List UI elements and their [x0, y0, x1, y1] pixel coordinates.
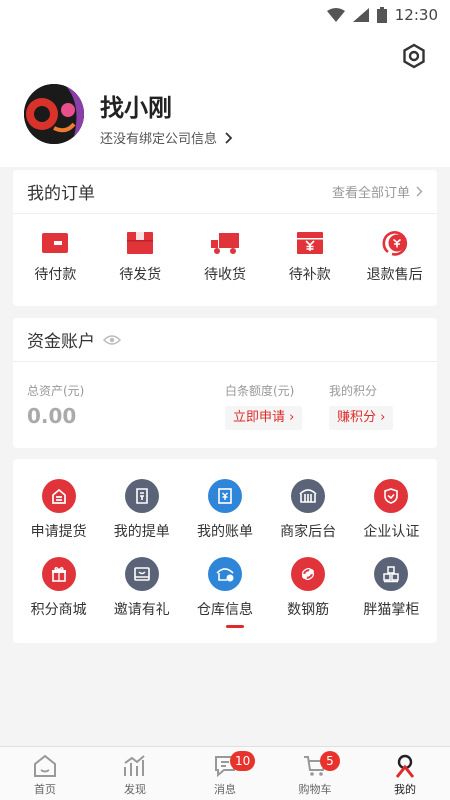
- points-label: 我的积分: [329, 384, 378, 398]
- order-label: 待收货: [203, 267, 246, 283]
- tool-label: 数钢筋: [287, 602, 330, 618]
- assets-header: 资金账户: [13, 318, 437, 362]
- tab-cart[interactable]: 购物车 5: [270, 747, 360, 800]
- eye-icon[interactable]: [103, 334, 121, 346]
- earn-points-label: 赚积分: [337, 410, 377, 425]
- profile-header: 找小刚 还没有绑定公司信息: [0, 32, 450, 167]
- tool-enterprise-cert[interactable]: 企业认证: [350, 479, 432, 541]
- bill-icon: [124, 479, 159, 513]
- orders-section: 我的订单 查看全部订单 待付款 待发货 待收货 待补款 退款售后: [0, 170, 450, 306]
- warehouse-icon: [207, 557, 242, 591]
- tab-bar: 首页 发现 消息 10 购物车 5 我的: [0, 746, 450, 800]
- total-assets-value: 0.00: [27, 404, 77, 428]
- earn-points-button[interactable]: 赚积分 ›: [329, 406, 394, 430]
- tab-mine[interactable]: 我的: [360, 747, 450, 800]
- home-icon: [34, 754, 56, 777]
- order-label: 退款售后: [366, 267, 423, 283]
- wallet-icon: [42, 233, 69, 253]
- order-label: 待付款: [34, 267, 77, 283]
- tool-label: 积分商城: [30, 602, 87, 618]
- tool-my-ledger[interactable]: 我的账单: [184, 479, 266, 541]
- assets-title: 资金账户: [27, 332, 95, 352]
- assets-card: 资金账户 总资产(元) 0.00 白条额度(元) 立即申请 › 我的积分 赚积分…: [13, 318, 437, 448]
- settings-icon[interactable]: [400, 42, 428, 70]
- order-label: 待补款: [288, 267, 331, 283]
- discover-icon: [124, 755, 145, 776]
- chevron-right-icon: [225, 131, 233, 144]
- tool-label: 仓库信息: [196, 602, 253, 618]
- tool-apply-pickup[interactable]: 申请提货: [18, 479, 100, 541]
- tab-label: 我的: [394, 783, 416, 796]
- tool-merchant-backend[interactable]: 商家后台: [267, 479, 349, 541]
- battery-icon: [376, 7, 387, 23]
- order-pending-receipt[interactable]: 待收货: [185, 230, 265, 284]
- assets-section: 资金账户 总资产(元) 0.00 白条额度(元) 立即申请 › 我的积分 赚积分…: [0, 318, 450, 448]
- tool-label: 我的账单: [196, 524, 253, 540]
- tab-home[interactable]: 首页: [0, 747, 90, 800]
- tab-label: 消息: [214, 783, 236, 796]
- user-name: 找小刚: [100, 94, 172, 122]
- page-indicator: [226, 625, 244, 628]
- store-icon: [291, 479, 326, 513]
- tab-label: 发现: [124, 783, 146, 796]
- tools-card: 申请提货 我的提单 我的账单 商家后台 企业认证 积分商城 邀请有礼 仓库信息 …: [13, 459, 437, 643]
- invite-icon: [124, 557, 159, 591]
- tool-invite[interactable]: 邀请有礼: [101, 557, 183, 619]
- orders-title: 我的订单: [27, 184, 95, 204]
- tool-label: 商家后台: [280, 524, 337, 540]
- credit-label: 白条额度(元): [225, 384, 295, 398]
- tab-label: 购物车: [298, 783, 332, 796]
- box-icon: [127, 232, 154, 254]
- tab-messages[interactable]: 消息 10: [180, 747, 270, 800]
- tool-label: 企业认证: [363, 524, 420, 540]
- tool-label: 邀请有礼: [113, 602, 170, 618]
- chevron-right-icon: [416, 186, 423, 197]
- orders-card: 我的订单 查看全部订单 待付款 待发货 待收货 待补款 退款售后: [13, 170, 437, 306]
- order-label: 待发货: [119, 267, 162, 283]
- order-pending-shipment[interactable]: 待发货: [100, 230, 180, 284]
- order-pending-payment[interactable]: 待付款: [15, 230, 95, 284]
- status-time: 12:30: [394, 6, 438, 24]
- shield-check-icon: [374, 479, 409, 513]
- pickup-icon: [41, 479, 76, 513]
- tool-fatcat-manager[interactable]: 胖猫掌柜: [350, 557, 432, 619]
- rebar-icon: [291, 557, 326, 591]
- tool-warehouse-info[interactable]: 仓库信息: [184, 557, 266, 619]
- yuan-box-icon: [296, 232, 323, 254]
- avatar[interactable]: [24, 84, 84, 144]
- tool-my-bills[interactable]: 我的提单: [101, 479, 183, 541]
- tool-label: 我的提单: [113, 524, 170, 540]
- tab-discover[interactable]: 发现: [90, 747, 180, 800]
- apply-credit-label: 立即申请: [233, 410, 286, 425]
- order-refund[interactable]: 退款售后: [355, 230, 435, 284]
- gift-icon: [41, 557, 76, 591]
- tool-count-rebar[interactable]: 数钢筋: [267, 557, 349, 619]
- profile-icon: [395, 754, 415, 778]
- tab-label: 首页: [34, 783, 56, 796]
- cart-badge: 5: [320, 751, 340, 771]
- company-hint: 还没有绑定公司信息: [100, 132, 218, 147]
- status-bar: 12:30: [0, 0, 450, 32]
- boxes-icon: [374, 557, 409, 591]
- truck-icon: [210, 233, 239, 254]
- view-all-orders-link[interactable]: 查看全部订单: [332, 182, 423, 201]
- view-all-label: 查看全部订单: [331, 186, 410, 201]
- orders-header: 我的订单 查看全部订单: [13, 170, 437, 214]
- order-pending-supplement[interactable]: 待补款: [270, 230, 350, 284]
- refund-icon: [382, 231, 407, 256]
- total-assets-label: 总资产(元): [27, 384, 85, 398]
- apply-credit-button[interactable]: 立即申请 ›: [225, 406, 303, 430]
- wifi-icon: [326, 8, 345, 22]
- tools-section: 申请提货 我的提单 我的账单 商家后台 企业认证 积分商城 邀请有礼 仓库信息 …: [0, 459, 450, 643]
- signal-icon: [352, 8, 369, 22]
- message-badge: 10: [230, 751, 256, 771]
- ledger-icon: [207, 479, 242, 513]
- tool-label: 胖猫掌柜: [363, 602, 420, 618]
- tool-points-mall[interactable]: 积分商城: [18, 557, 100, 619]
- company-link[interactable]: 还没有绑定公司信息: [100, 128, 233, 147]
- tool-label: 申请提货: [30, 524, 87, 540]
